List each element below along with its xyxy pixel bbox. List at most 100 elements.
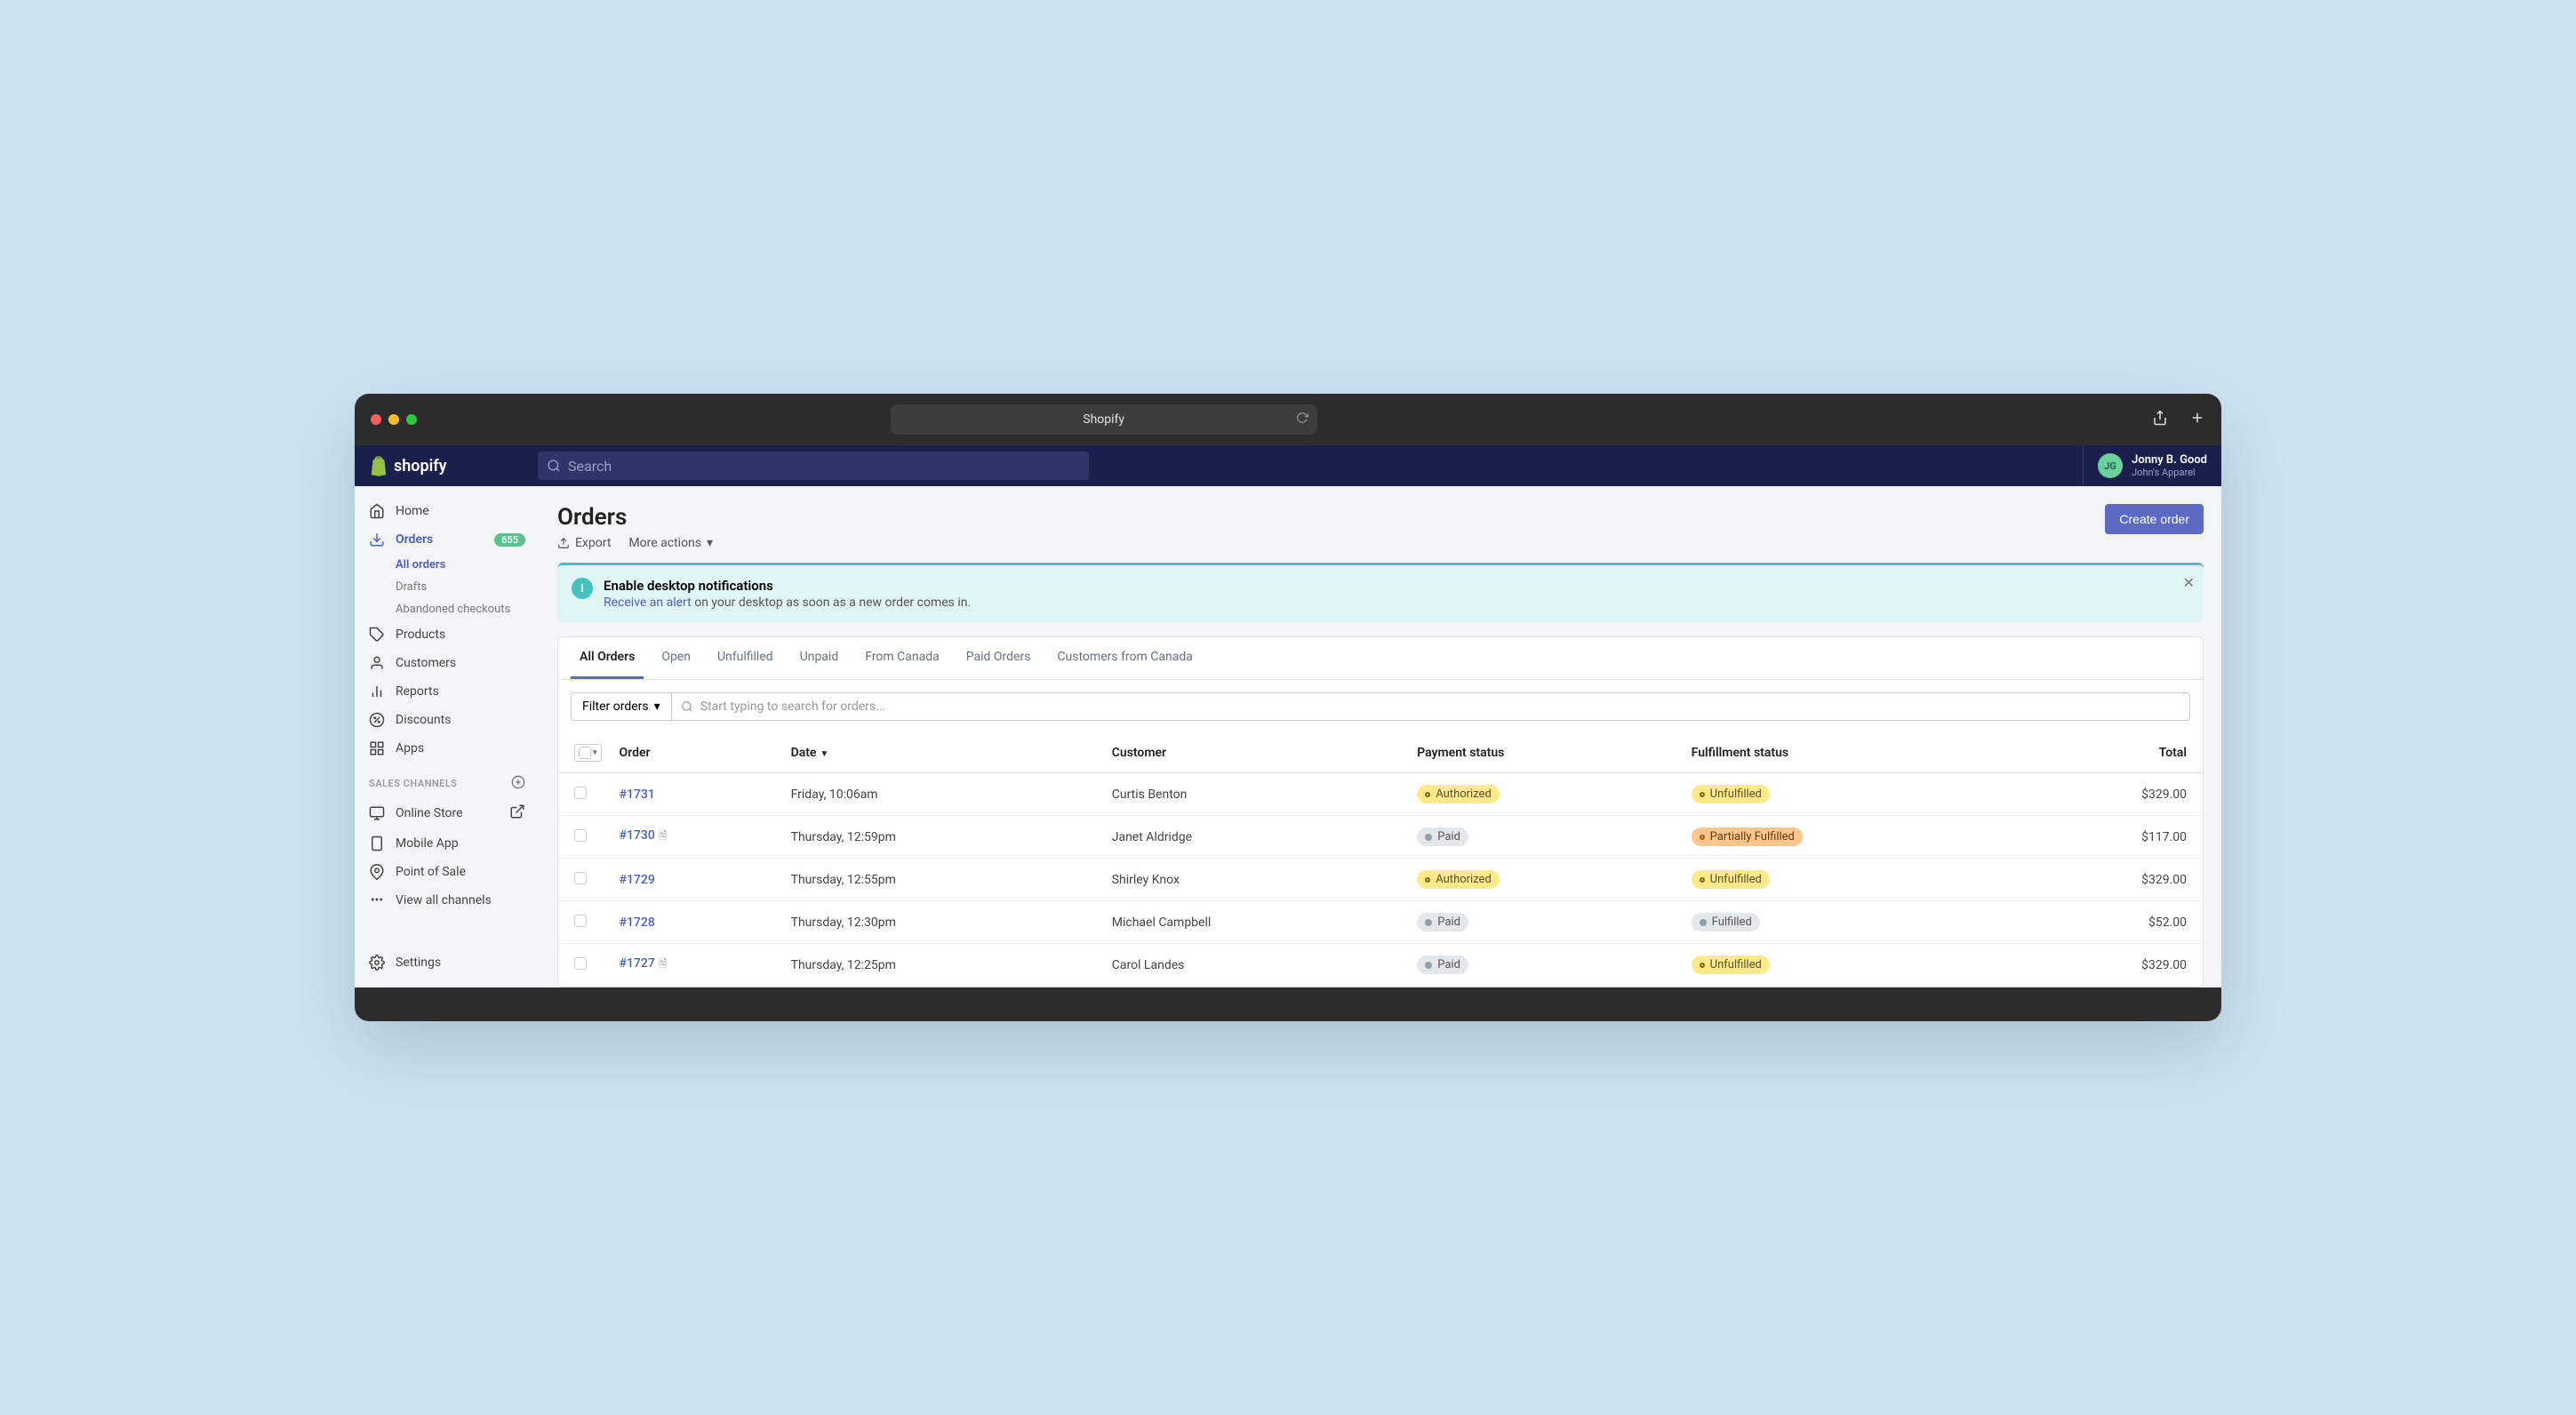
export-button[interactable]: Export [557,536,611,550]
tabs: All OrdersOpenUnfulfilledUnpaidFrom Cana… [558,637,2203,680]
col-total[interactable]: Total [2020,733,2203,773]
col-order[interactable]: Order [611,733,782,773]
row-checkbox[interactable] [574,787,587,799]
order-date: Thursday, 12:30pm [782,901,1103,944]
payment-badge: Authorized [1417,870,1500,889]
sidebar-item-home[interactable]: Home [355,497,540,525]
user-text: Jonny B. Good John's Apparel [2132,453,2207,479]
online-store-icon [369,805,385,821]
shopify-bag-icon [369,455,388,476]
window-close-button[interactable] [371,414,381,425]
sidebar-item-apps[interactable]: Apps [355,734,540,763]
sidebar-item-reports[interactable]: Reports [355,677,540,706]
sidebar-item-label: Customers [396,656,456,670]
row-checkbox[interactable] [574,829,587,842]
order-link[interactable]: #1728 [620,915,655,930]
sidebar-item-discounts[interactable]: Discounts [355,706,540,734]
more-actions-button[interactable]: More actions ▾ [628,536,713,550]
create-order-button[interactable]: Create order [2105,504,2204,534]
order-total: $117.00 [2020,816,2203,859]
tab-unfulfilled[interactable]: Unfulfilled [708,637,782,679]
order-link[interactable]: #1731 [620,787,655,802]
col-date[interactable]: Date▼ [782,733,1103,773]
caret-down-icon: ▾ [707,536,713,550]
window-minimize-button[interactable] [388,414,399,425]
bottom-chrome [355,987,2221,1021]
share-icon[interactable] [2152,410,2168,429]
add-channel-icon[interactable] [511,775,525,792]
logo[interactable]: shopify [369,455,538,476]
fulfillment-badge: Partially Fulfilled [1692,827,1803,846]
user-menu[interactable]: JG Jonny B. Good John's Apparel [2083,445,2207,486]
tab-paid-orders[interactable]: Paid Orders [957,637,1040,679]
tab-all-orders[interactable]: All Orders [571,637,644,679]
order-link[interactable]: #1727 [620,956,655,971]
new-tab-icon[interactable] [2189,410,2205,429]
payment-badge: Paid [1417,955,1468,974]
table-row[interactable]: #1730🗎 Thursday, 12:59pm Janet Aldridge … [558,816,2203,859]
orders-card: All OrdersOpenUnfulfilledUnpaidFrom Cana… [557,636,2204,987]
filter-row: Filter orders ▾ Start typing to search f… [558,680,2203,733]
order-date: Thursday, 12:25pm [782,944,1103,987]
discounts-icon [369,712,385,728]
tab-from-canada[interactable]: From Canada [856,637,948,679]
table-row[interactable]: #1728 Thursday, 12:30pm Michael Campbell… [558,901,2203,944]
sidebar-item-label: Reports [396,684,439,699]
row-checkbox[interactable] [574,957,587,970]
order-total: $329.00 [2020,944,2203,987]
order-total: $52.00 [2020,901,2203,944]
global-search[interactable]: Search [538,452,1089,480]
customers-icon [369,655,385,671]
sidebar-item-label: Apps [396,741,424,755]
note-icon: 🗎 [659,829,668,842]
sidebar-sub-abandoned-checkouts[interactable]: Abandoned checkouts [396,598,540,620]
external-link-icon[interactable] [509,803,525,823]
table-row[interactable]: #1729 Thursday, 12:55pm Shirley Knox Aut… [558,859,2203,901]
order-link[interactable]: #1729 [620,873,655,887]
sidebar-item-products[interactable]: Products [355,620,540,649]
sidebar: Home Orders655All ordersDraftsAbandoned c… [355,486,540,987]
banner-link[interactable]: Receive an alert [604,596,692,610]
customer-name: Carol Landes [1103,944,1409,987]
sidebar-item-label: Orders [396,532,433,547]
customer-name: Shirley Knox [1103,859,1409,901]
row-checkbox[interactable] [574,915,587,927]
payment-badge: Paid [1417,913,1468,931]
url-bar[interactable]: Shopify [891,404,1317,435]
sidebar-settings[interactable]: Settings [355,948,540,977]
sidebar-item-label: Home [396,504,429,518]
sidebar-item-orders[interactable]: Orders655 [355,525,540,554]
row-checkbox[interactable] [574,872,587,884]
order-link[interactable]: #1730 [620,828,655,843]
tab-unpaid[interactable]: Unpaid [791,637,848,679]
sidebar-sub-drafts[interactable]: Drafts [396,576,540,598]
table-row[interactable]: #1727🗎 Thursday, 12:25pm Carol Landes Pa… [558,944,2203,987]
col-fulfillment[interactable]: Fulfillment status [1683,733,2020,773]
window-maximize-button[interactable] [406,414,417,425]
col-customer[interactable]: Customer [1103,733,1409,773]
col-payment[interactable]: Payment status [1408,733,1682,773]
sidebar-item-label: Discounts [396,713,451,727]
tab-customers-from-canada[interactable]: Customers from Canada [1048,637,1201,679]
sidebar-item-customers[interactable]: Customers [355,649,540,677]
select-all-checkbox[interactable]: ▾ [574,744,602,762]
tab-open[interactable]: Open [652,637,700,679]
orders-table: ▾ Order Date▼ Customer Payment status Fu… [558,733,2203,987]
close-icon[interactable]: ✕ [2183,574,2195,591]
page-title: Orders [557,504,713,531]
brand-text: shopify [394,457,447,476]
filter-orders-button[interactable]: Filter orders ▾ [571,692,672,721]
filter-search-input[interactable]: Start typing to search for orders... [672,692,2190,721]
order-date: Friday, 10:06am [782,773,1103,816]
table-row[interactable]: #1731 Friday, 10:06am Curtis Benton Auth… [558,773,2203,816]
channel-mobile-app[interactable]: Mobile App [355,829,540,858]
channel-online-store[interactable]: Online Store [355,797,540,829]
fulfillment-badge: Unfulfilled [1692,870,1770,889]
sales-channels-header: SALES CHANNELS [355,763,540,797]
view-all-channels[interactable]: ••• View all channels [355,886,540,915]
traffic-lights [371,414,417,425]
app-body: Home Orders655All ordersDraftsAbandoned c… [355,486,2221,987]
sidebar-sub-all-orders[interactable]: All orders [396,554,540,576]
channel-point-of-sale[interactable]: Point of Sale [355,858,540,886]
reload-icon[interactable] [1296,412,1308,428]
